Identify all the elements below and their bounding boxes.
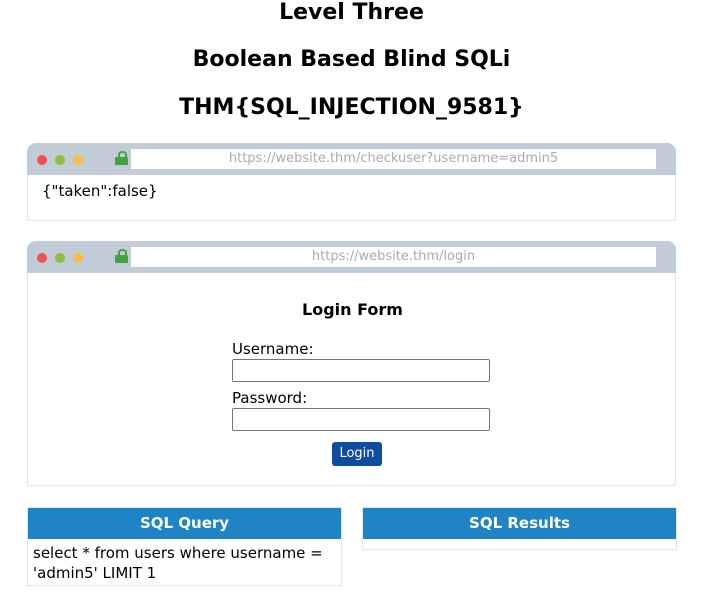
sql-results-panel: SQL Results [362, 507, 677, 550]
sql-results-title: SQL Results [363, 508, 676, 539]
close-dot-icon [37, 155, 47, 165]
flag-heading: THM{SQL_INJECTION_9581} [179, 95, 524, 120]
password-input[interactable] [232, 408, 490, 431]
browser-toolbar: https://website.thm/login [27, 241, 676, 273]
login-browser-window: https://website.thm/login Login Form Use… [27, 241, 676, 486]
json-response: {"taken":false} [42, 182, 158, 200]
sql-query-title: SQL Query [28, 508, 341, 539]
close-dot-icon [37, 253, 47, 263]
maximize-dot-icon [55, 253, 65, 263]
username-input[interactable] [232, 359, 490, 382]
minimize-dot-icon [73, 155, 83, 165]
sql-query-text: select * from users where username = 'ad… [33, 544, 323, 582]
login-form-title: Login Form [302, 300, 403, 319]
username-label: Username: [232, 340, 314, 358]
lock-icon [115, 249, 128, 263]
address-bar[interactable]: https://website.thm/checkuser?username=a… [131, 149, 656, 169]
address-bar[interactable]: https://website.thm/login [131, 247, 656, 267]
lock-icon [115, 151, 128, 165]
password-label: Password: [232, 389, 308, 407]
maximize-dot-icon [55, 155, 65, 165]
level-heading: Level Three [279, 0, 424, 25]
login-button[interactable]: Login [332, 442, 382, 466]
browser-toolbar: https://website.thm/checkuser?username=a… [27, 143, 676, 175]
challenge-type-heading: Boolean Based Blind SQLi [192, 47, 511, 72]
sql-query-panel: SQL Query select * from users where user… [27, 507, 342, 586]
checkuser-browser-window: https://website.thm/checkuser?username=a… [27, 143, 676, 221]
minimize-dot-icon [73, 253, 83, 263]
